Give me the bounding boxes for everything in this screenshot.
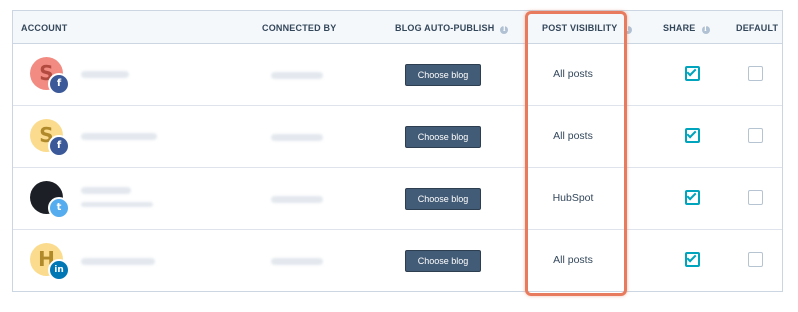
table-row: t Choose blog HubSpot [13, 168, 782, 230]
header-post-visibility: POST VISIBILITY i [542, 23, 632, 34]
table-row: S f Choose blog All posts [13, 44, 782, 106]
header-share-label: SHARE [663, 23, 696, 33]
header-connected-by: CONNECTED BY [262, 23, 337, 33]
choose-blog-button[interactable]: Choose blog [405, 126, 481, 148]
account-name-redacted [81, 71, 129, 78]
account-name-redacted [81, 187, 131, 194]
share-checkbox[interactable] [685, 190, 700, 205]
header-blog-auto-publish-label: BLOG AUTO-PUBLISH [395, 23, 495, 33]
choose-blog-button[interactable]: Choose blog [405, 64, 481, 86]
account-name-redacted [81, 258, 155, 265]
table-row: H in Choose blog All posts [13, 230, 782, 292]
header-share: SHARE i [663, 23, 710, 34]
facebook-icon: f [48, 135, 70, 157]
checkmark-icon [686, 252, 697, 263]
choose-blog-button[interactable]: Choose blog [405, 188, 481, 210]
facebook-icon: f [48, 73, 70, 95]
twitter-icon: t [48, 197, 70, 219]
table-header: ACCOUNT CONNECTED BY BLOG AUTO-PUBLISH i … [13, 11, 782, 44]
connected-by-redacted [271, 196, 323, 203]
social-accounts-table: ACCOUNT CONNECTED BY BLOG AUTO-PUBLISH i … [12, 10, 783, 292]
header-post-visibility-label: POST VISIBILITY [542, 23, 618, 33]
default-checkbox[interactable] [748, 128, 763, 143]
info-icon[interactable]: i [623, 26, 632, 34]
share-checkbox[interactable] [685, 66, 700, 81]
checkmark-icon [686, 66, 697, 77]
connected-by-redacted [271, 134, 323, 141]
checkmark-icon [686, 128, 697, 139]
connected-by-redacted [271, 72, 323, 79]
post-visibility-value[interactable]: All posts [533, 130, 613, 142]
table-row: S f Choose blog All posts [13, 106, 782, 168]
choose-blog-button[interactable]: Choose blog [405, 250, 481, 272]
post-visibility-value[interactable]: HubSpot [533, 192, 613, 204]
linkedin-icon: in [48, 259, 70, 281]
checkmark-icon [686, 190, 697, 201]
default-checkbox[interactable] [748, 190, 763, 205]
header-blog-auto-publish: BLOG AUTO-PUBLISH i [395, 23, 509, 34]
account-name-redacted [81, 133, 157, 140]
header-account: ACCOUNT [21, 23, 68, 33]
share-checkbox[interactable] [685, 128, 700, 143]
info-icon[interactable]: i [701, 26, 710, 34]
share-checkbox[interactable] [685, 252, 700, 267]
post-visibility-value[interactable]: All posts [533, 68, 613, 80]
default-checkbox[interactable] [748, 66, 763, 81]
account-handle-redacted [81, 202, 153, 207]
info-icon[interactable]: i [500, 26, 509, 34]
header-default: DEFAULT [736, 23, 779, 33]
connected-by-redacted [271, 258, 323, 265]
post-visibility-value[interactable]: All posts [533, 254, 613, 266]
default-checkbox[interactable] [748, 252, 763, 267]
